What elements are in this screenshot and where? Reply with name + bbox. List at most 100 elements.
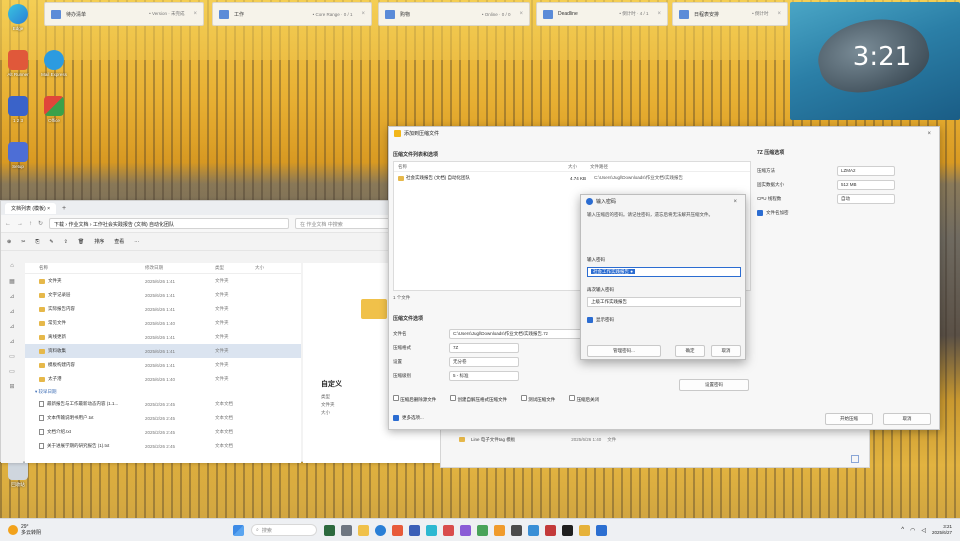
file-explorer-icon[interactable]: [358, 524, 369, 536]
show-password-checkbox[interactable]: [587, 317, 593, 323]
file-row[interactable]: 最新报告与工作最新动态内容 (1.1... 2025/2/26 2:45 文本文档: [25, 397, 301, 411]
folder-row[interactable]: 文件夹 2025/6/26 1:41 文件夹: [25, 274, 301, 288]
taskbar-search[interactable]: ⌕ 搜索: [251, 524, 317, 536]
app-icon[interactable]: [443, 524, 454, 536]
pin-icon[interactable]: ⊿: [1, 323, 23, 338]
home-icon[interactable]: ⌂: [1, 263, 23, 278]
cancel-compress-button[interactable]: 取消: [883, 413, 931, 425]
desktop-icon-setup[interactable]: Setup: [0, 142, 36, 169]
up-arrow-icon[interactable]: ↑: [29, 221, 32, 227]
close-icon[interactable]: ×: [927, 131, 931, 137]
work-widget-card[interactable]: 工作 • Core Range · 0 / 1 ×: [212, 2, 372, 26]
folder-row[interactable]: 文字记录层 2025/6/26 1:41 文件夹: [25, 288, 301, 302]
sfx-checkbox[interactable]: [450, 395, 457, 401]
file-row[interactable]: 文本传输说明书用户.txt 2025/2/26 2:45 文本文档: [25, 411, 301, 425]
app-icon[interactable]: [477, 524, 488, 536]
refresh-icon[interactable]: ↻: [38, 220, 43, 227]
app-icon[interactable]: [528, 524, 539, 536]
method-select[interactable]: LZMA2: [837, 166, 895, 176]
password-ok-button[interactable]: 确定: [675, 345, 705, 357]
app-icon[interactable]: [545, 524, 556, 536]
desktop-icon-edge[interactable]: Edge: [0, 4, 36, 31]
app-icon[interactable]: [494, 524, 505, 536]
close-icon[interactable]: ×: [361, 11, 365, 17]
task-view-icon[interactable]: [341, 524, 352, 536]
desktop-icon-mail[interactable]: Mail Express: [36, 50, 72, 77]
close-icon[interactable]: ×: [777, 11, 781, 17]
edge-icon[interactable]: [375, 524, 386, 536]
new-tab-icon[interactable]: +: [62, 205, 66, 212]
level-select[interactable]: 5 - 标准: [449, 371, 519, 381]
threads-select[interactable]: 自动: [837, 194, 895, 204]
column-size[interactable]: 大小: [255, 265, 295, 271]
delete-icon[interactable]: 🗑: [78, 239, 84, 245]
forward-arrow-icon[interactable]: →: [17, 221, 23, 227]
back-arrow-icon[interactable]: ←: [5, 221, 11, 227]
password-cancel-button[interactable]: 取消: [711, 345, 741, 357]
file-row[interactable]: 关于进展学期的研究报告 (1).txt 2025/2/26 2:45 文本文档: [25, 439, 301, 453]
close-icon[interactable]: ×: [657, 11, 661, 17]
enter-password-input[interactable]: 社会工作实践报告 ●: [587, 267, 741, 277]
shopping-widget-card[interactable]: 购物 • Online · 0 / 0 ×: [378, 2, 530, 26]
encrypt-names-checkbox[interactable]: [757, 210, 763, 216]
compress-list-row[interactable]: 社会实践报告 (文档) 自动化团队 4.74 KB C:\Users\Jugl\…: [394, 172, 750, 184]
background-row-name[interactable]: Line 电子文件tag 模板: [471, 437, 515, 443]
sort-button[interactable]: 排序: [94, 238, 104, 245]
close-icon[interactable]: ×: [519, 11, 523, 17]
desktop-icon-recycle[interactable]: 回收站: [0, 460, 36, 488]
view-toggle-icon[interactable]: [851, 455, 859, 463]
copy-icon[interactable]: ⎘: [35, 239, 39, 245]
share-icon[interactable]: ⇪: [64, 239, 68, 245]
network-icon[interactable]: ⊞: [1, 383, 23, 398]
drive-icon[interactable]: ▭: [1, 368, 23, 383]
app-icon[interactable]: [460, 524, 471, 536]
app-icon[interactable]: [409, 524, 420, 536]
pin-icon[interactable]: ⊿: [1, 338, 23, 353]
wifi-icon[interactable]: ◠: [910, 527, 915, 534]
drive-icon[interactable]: ▭: [1, 353, 23, 368]
new-item-icon[interactable]: ⊕: [7, 239, 11, 245]
app-icon[interactable]: [596, 524, 607, 536]
file-row[interactable]: 文档介绍.txt 2025/2/26 2:45 文本文档: [25, 425, 301, 439]
explorer-path-field[interactable]: 下载 › 作业文档 › 工作社会实践报告 (文档) 自动化团队: [49, 218, 290, 229]
start-compress-button[interactable]: 开始压缩: [825, 413, 873, 425]
start-icon[interactable]: [233, 524, 244, 536]
deadline-widget-card[interactable]: Deadline • 倒计时 · 4 / 1 ×: [536, 2, 668, 26]
folder-row[interactable]: 常见文件 2025/6/26 1:40 文件夹: [25, 316, 301, 330]
column-name[interactable]: 名称: [25, 265, 145, 271]
widgets-icon[interactable]: [324, 524, 335, 536]
reenter-password-input[interactable]: 上级工作实践报告: [587, 297, 741, 307]
pin-icon[interactable]: ⊿: [1, 308, 23, 323]
chevron-up-icon[interactable]: ^: [901, 527, 904, 533]
clock-widget[interactable]: 3:21: [790, 2, 960, 120]
folder-row[interactable]: 模板构建内容 2025/6/26 1:41 文件夹: [25, 358, 301, 372]
schedule-widget-card[interactable]: 日程表安排 • 倒计时 ×: [672, 2, 788, 26]
split-select[interactable]: 无分卷: [449, 357, 519, 367]
explorer-search-input[interactable]: 在 作业文档 中搜索: [295, 218, 396, 229]
taskbar-clock[interactable]: 3:21 2025/6/27: [932, 524, 952, 536]
todo-widget-card[interactable]: 待办清单 • Version · 未完成 ×: [44, 2, 204, 26]
column-type[interactable]: 类型: [215, 265, 255, 271]
desktop-icon-123[interactable]: 1 2 3: [0, 96, 36, 123]
volume-icon[interactable]: ◁: [921, 527, 926, 534]
list-column-name[interactable]: 名称: [398, 164, 568, 170]
column-date[interactable]: 修改日期: [145, 265, 215, 271]
pin-icon[interactable]: ⊿: [1, 293, 23, 308]
desktop-icon-alt-runner[interactable]: Alt Runner: [0, 50, 36, 77]
gallery-icon[interactable]: ▦: [1, 278, 23, 293]
folder-row[interactable]: 太子港 2025/6/26 1:40 文件夹: [25, 372, 301, 386]
folder-row[interactable]: 离线更新 2025/6/26 1:41 文件夹: [25, 330, 301, 344]
folder-row[interactable]: 实际报告内容 2025/6/26 1:41 文件夹: [25, 302, 301, 316]
list-column-path[interactable]: 文件路径: [590, 164, 608, 170]
explorer-tab[interactable]: 文档列表 (模板) ×: [5, 202, 57, 214]
test-archive-checkbox[interactable]: [521, 395, 528, 401]
app-icon[interactable]: [511, 524, 522, 536]
set-password-button[interactable]: 设置密码: [679, 379, 749, 391]
desktop-icon-office[interactable]: Office: [36, 96, 72, 123]
archive-app-icon[interactable]: [579, 524, 590, 536]
app-icon[interactable]: [392, 524, 403, 536]
rename-icon[interactable]: ✎: [49, 239, 53, 245]
date-group-header[interactable]: ▾ 较早日期: [25, 386, 301, 397]
close-icon[interactable]: ×: [733, 199, 737, 205]
delete-source-checkbox[interactable]: [393, 395, 399, 401]
